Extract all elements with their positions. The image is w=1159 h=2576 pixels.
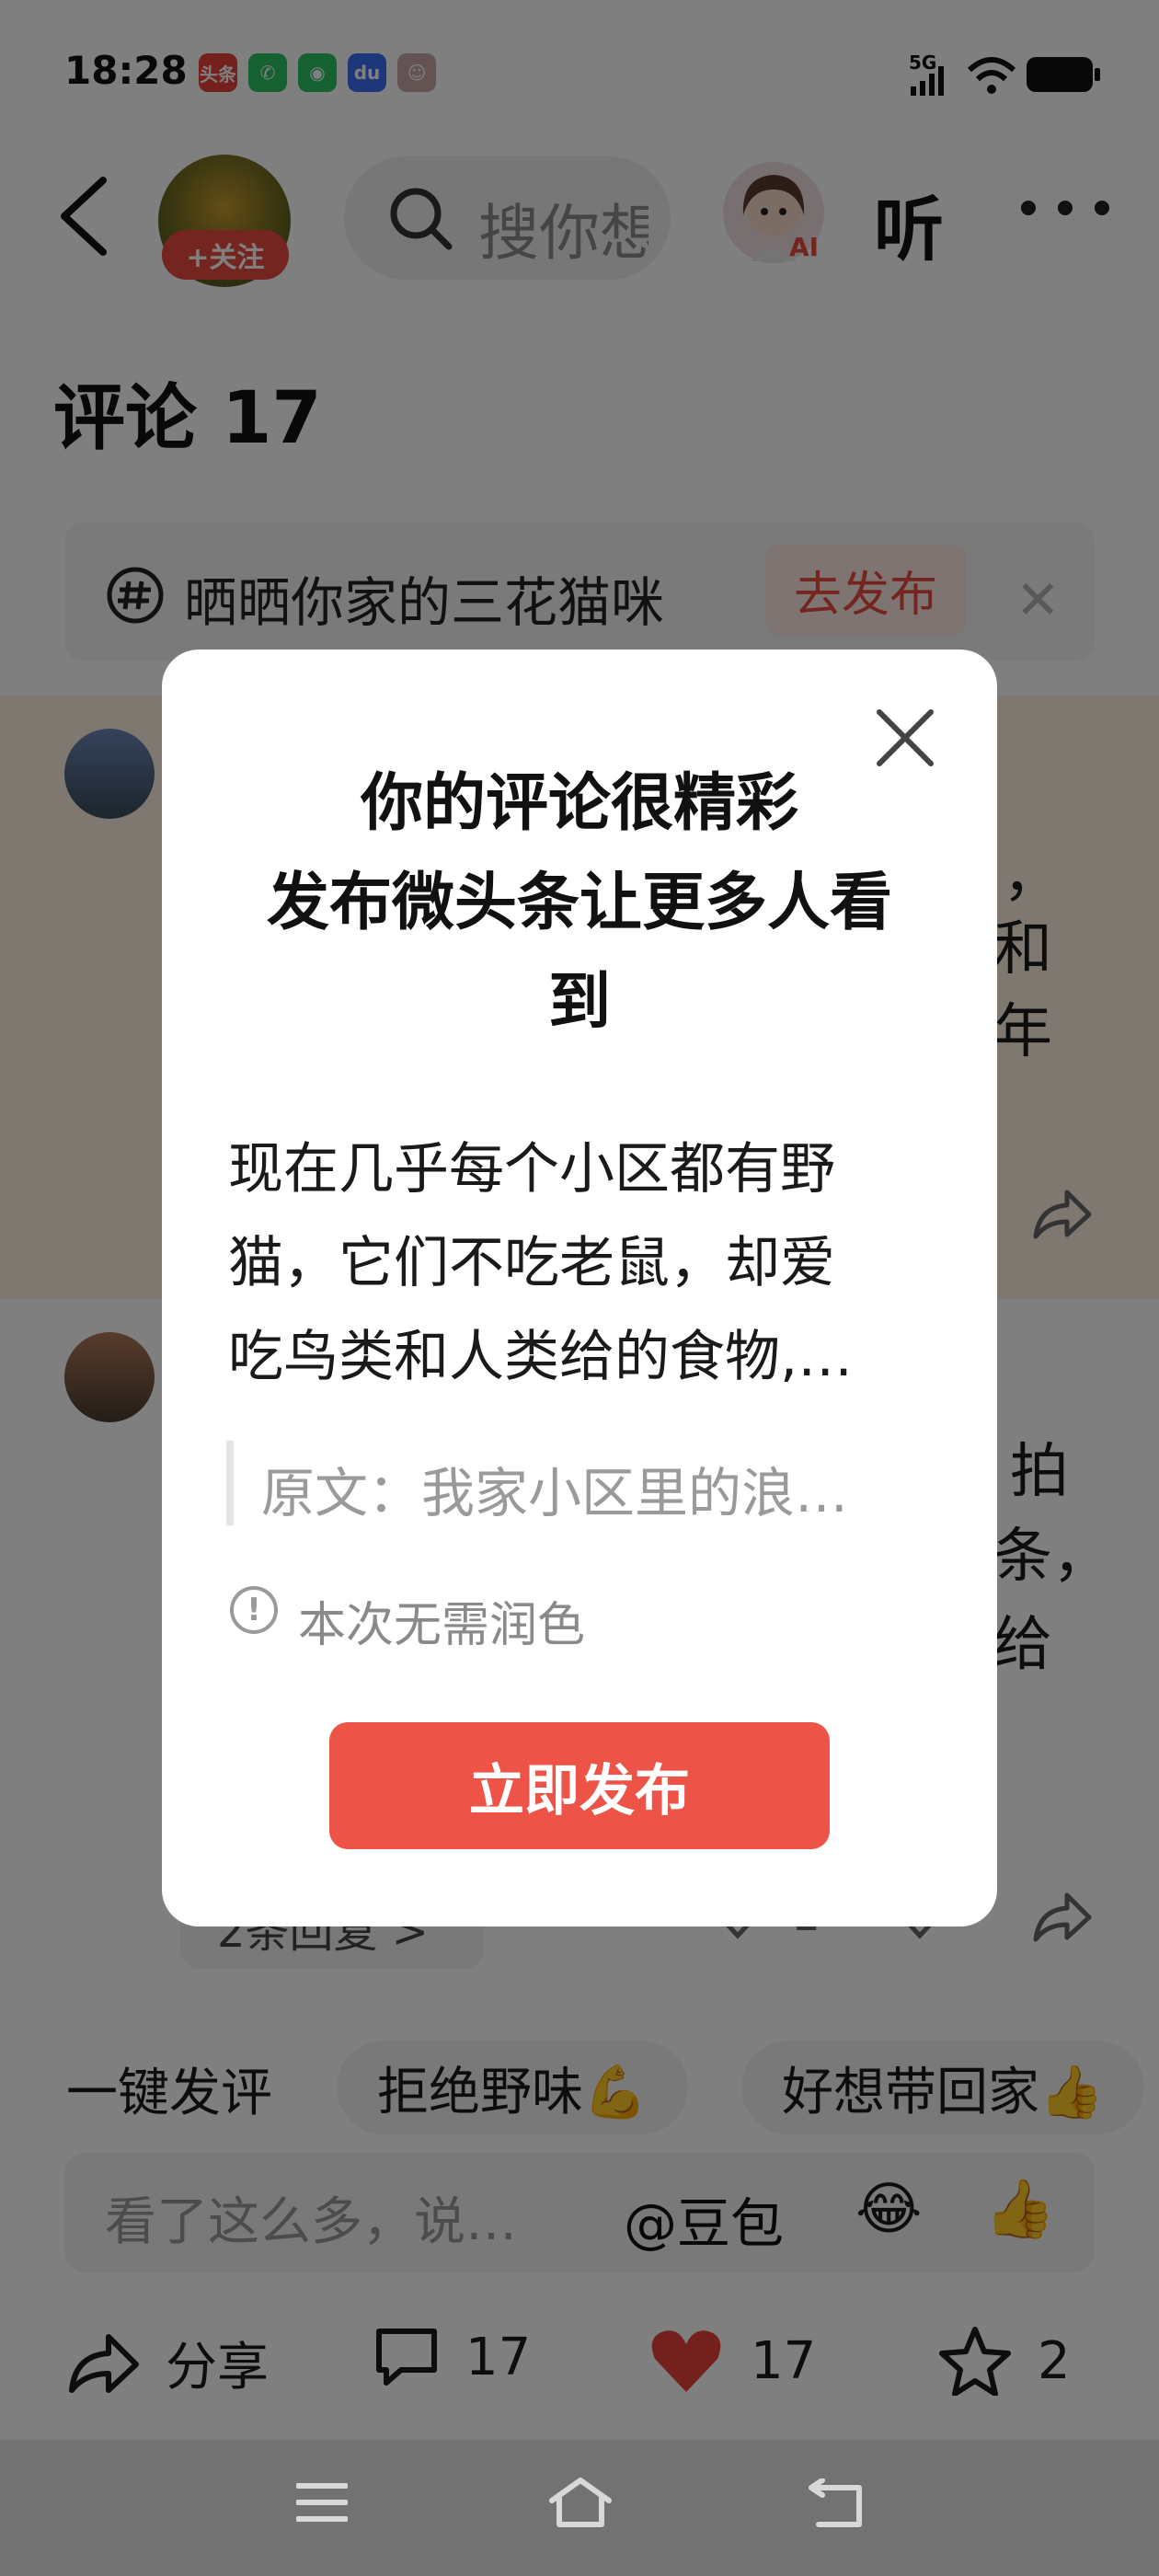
dialog-body-line: 现在几乎每个小区都有野 [228, 1137, 835, 1202]
home-icon[interactable] [548, 2477, 613, 2528]
dialog-body-line: 猫，它们不吃老鼠，却爱 [228, 1231, 835, 1295]
quote-bar [226, 1441, 234, 1525]
dialog-title-line: 到 [547, 966, 611, 1039]
menu-icon[interactable] [296, 2480, 348, 2524]
system-nav-bar [0, 2440, 1159, 2576]
no-polish-note: 本次无需润色 [298, 1598, 586, 1653]
dialog-body-line: 吃鸟类和人类给的食物,… [228, 1325, 854, 1389]
dialog-title-line: 发布微头条让更多人看 [266, 867, 892, 939]
back-nav-icon[interactable] [808, 2478, 866, 2528]
dialog-title-line: 你的评论很精彩 [360, 767, 798, 840]
original-comment-quote: 原文：我家小区里的浪… [261, 1462, 849, 1524]
dialog-body: 现在几乎每个小区都有野 猫，它们不吃老鼠，却爱 吃鸟类和人类给的食物,… [228, 1122, 909, 1404]
publish-now-button[interactable]: 立即发布 [329, 1722, 830, 1849]
dialog-title: 你的评论很精彩 发布微头条让更多人看 到 [226, 754, 933, 1052]
info-icon: ! [230, 1586, 278, 1634]
